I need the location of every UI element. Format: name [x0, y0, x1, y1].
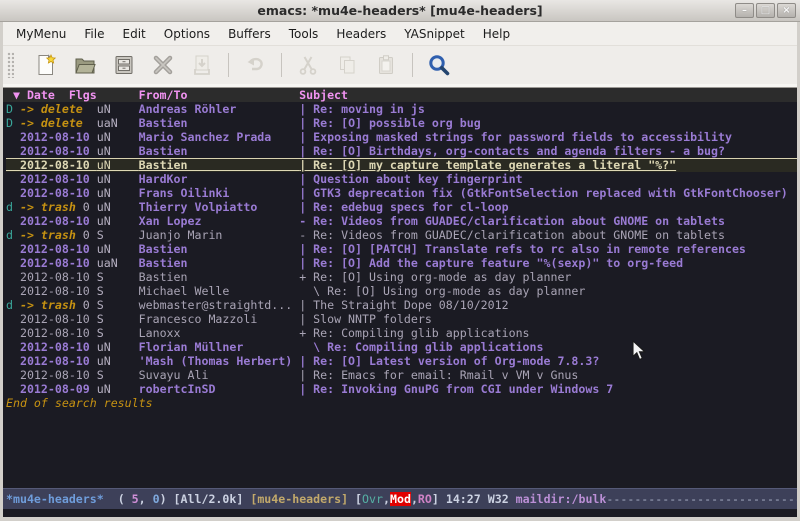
close-icon: × [782, 6, 790, 16]
emacs-frame: emacs: *mu4e-headers* [mu4e-headers] – □… [0, 0, 800, 521]
message-row[interactable]: 2012-08-10 uN Frans Oilinki | GTK3 depre… [6, 186, 797, 200]
titlebar: emacs: *mu4e-headers* [mu4e-headers] – □… [0, 0, 800, 22]
message-row[interactable]: 2012-08-10 uN Bastien | Re: [O] Birthday… [6, 144, 797, 158]
undo-icon [243, 53, 267, 77]
modeline-line-number: 5 [132, 492, 139, 506]
window-body: MyMenuFileEditOptionsBuffersToolsHeaders… [0, 22, 800, 521]
toolbar-separator [228, 53, 229, 77]
open-folder-icon [73, 53, 97, 77]
cut-button[interactable] [295, 52, 321, 78]
menu-item-headers[interactable]: Headers [327, 24, 395, 44]
search-icon [427, 53, 451, 77]
search-button[interactable] [426, 52, 452, 78]
message-row[interactable]: 2012-08-10 S Lanoxx + Re: Compiling glib… [6, 326, 797, 340]
modeline-default: ] 14:27 W32 [432, 492, 516, 506]
message-row[interactable]: 2012-08-10 uN Bastien | Re: [O] my captu… [6, 158, 797, 172]
message-row[interactable]: 2012-08-10 uN Bastien | Re: [O] [PATCH] … [6, 242, 797, 256]
save-button[interactable] [111, 52, 137, 78]
new-file-button[interactable] [33, 52, 59, 78]
message-row[interactable]: D -> delete uN Andreas Röhler | Re: movi… [6, 102, 797, 116]
modeline-column-number: 0 [153, 492, 160, 506]
message-row[interactable]: d -> trash 0 uN Thierry Volpiatto | Re: … [6, 200, 797, 214]
open-folder-button[interactable] [72, 52, 98, 78]
modeline-default: [ [348, 492, 362, 506]
message-row[interactable]: d -> trash 0 S webmaster@straightd... | … [6, 298, 797, 312]
message-row[interactable]: 2012-08-10 uN 'Mash (Thomas Herbert) | R… [6, 354, 797, 368]
mouse-cursor [632, 340, 646, 361]
copy-button[interactable] [334, 52, 360, 78]
headers-list: D -> delete uN Andreas Röhler | Re: movi… [6, 102, 797, 396]
headers-column-header: ▼ Date Flgs From/To Subject [3, 88, 797, 102]
message-row[interactable]: 2012-08-10 S Michael Welle \ Re: [O] Usi… [6, 284, 797, 298]
save-as-icon [190, 53, 214, 77]
close-x-icon [151, 53, 175, 77]
modeline-default: , [383, 492, 390, 506]
mu4e-headers-buffer: D -> delete uN Andreas Röhler | Re: movi… [3, 102, 797, 488]
window-title: emacs: *mu4e-headers* [mu4e-headers] [257, 3, 542, 18]
message-row[interactable]: 2012-08-09 uN robertcInSD | Re: Invoking… [6, 382, 797, 396]
echo-area [3, 509, 797, 517]
menubar: MyMenuFileEditOptionsBuffersToolsHeaders… [3, 22, 797, 46]
minimize-button[interactable]: – [735, 3, 754, 18]
modeline-read-only: RO [418, 492, 432, 506]
message-row[interactable]: 2012-08-10 S Bastien + Re: [O] Using org… [6, 270, 797, 284]
message-row[interactable]: 2012-08-10 uN Xan Lopez - Re: Videos fro… [6, 214, 797, 228]
copy-icon [335, 53, 359, 77]
message-row[interactable]: 2012-08-10 S Francesco Mazzoli | Slow NN… [6, 312, 797, 326]
modeline-buffer-name: *mu4e-headers* [6, 492, 104, 506]
cut-icon [296, 53, 320, 77]
minimize-icon: – [742, 6, 747, 16]
message-row[interactable]: 2012-08-10 uN Mario Sanchez Prada | Expo… [6, 130, 797, 144]
modeline-default: ( [104, 492, 132, 506]
message-row[interactable]: 2012-08-10 uaN Bastien | Re: [O] Add the… [6, 256, 797, 270]
modeline-default: , [411, 492, 418, 506]
menu-item-file[interactable]: File [75, 24, 113, 44]
menu-item-yasnippet[interactable]: YASnippet [395, 24, 474, 44]
modeline-major-mode: [mu4e-headers] [250, 492, 348, 506]
save-as-button[interactable] [189, 52, 215, 78]
menu-item-buffers[interactable]: Buffers [219, 24, 280, 44]
undo-button[interactable] [242, 52, 268, 78]
message-row[interactable]: d -> trash 0 S Juanjo Marin - Re: Videos… [6, 228, 797, 242]
maximize-button[interactable]: □ [756, 3, 775, 18]
menu-item-help[interactable]: Help [474, 24, 519, 44]
modeline-default: , [139, 492, 153, 506]
menu-item-edit[interactable]: Edit [114, 24, 155, 44]
toolbar [3, 46, 797, 84]
close-buffer-button[interactable] [150, 52, 176, 78]
save-icon [112, 53, 136, 77]
toolbar-separator [412, 53, 413, 77]
modeline-maildir: maildir:/bulk [516, 492, 607, 506]
window-controls: – □ × [735, 3, 796, 18]
modeline-default: ) [All/2.0k] [160, 492, 251, 506]
message-row[interactable]: D -> delete uaN Bastien | Re: [O] possib… [6, 116, 797, 130]
message-row[interactable]: 2012-08-10 uN Florian Müllner \ Re: Comp… [6, 340, 797, 354]
maximize-icon: □ [761, 6, 770, 16]
end-of-results-marker: End of search results [6, 396, 797, 410]
toolbar-separator [281, 53, 282, 77]
menu-item-tools[interactable]: Tools [280, 24, 328, 44]
close-button[interactable]: × [777, 3, 796, 18]
modeline: *mu4e-headers* ( 5, 0) [All/2.0k] [mu4e-… [3, 488, 797, 509]
menu-item-mymenu[interactable]: MyMenu [7, 24, 75, 44]
toolbar-grip[interactable] [7, 52, 14, 78]
paste-icon [374, 53, 398, 77]
modeline-modified: Mod [390, 492, 411, 506]
modeline-overwrite: Ovr [362, 492, 383, 506]
menu-item-options[interactable]: Options [155, 24, 219, 44]
modeline-dashes: ---------------------------------------- [606, 492, 797, 506]
new-file-icon [34, 53, 58, 77]
message-row[interactable]: 2012-08-10 S Suvayu Ali | Re: Emacs for … [6, 368, 797, 382]
paste-button[interactable] [373, 52, 399, 78]
message-row[interactable]: 2012-08-10 uN HardKor | Question about k… [6, 172, 797, 186]
